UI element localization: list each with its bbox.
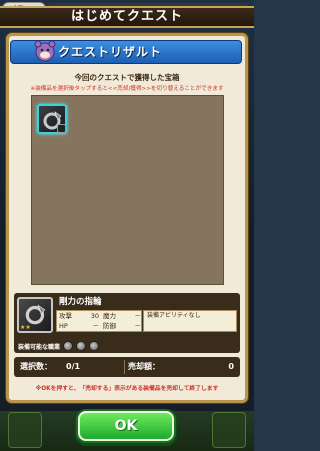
toggle-hint-note: ※装備品を選択後タップすると<<売却/獲得>>を切り替えることができます — [30, 86, 224, 92]
hp-value: － — [92, 322, 100, 330]
defense-value: － — [134, 322, 142, 330]
selection-summary: 選択数： 0/1 売却額： 0 — [14, 357, 240, 377]
job-icon — [89, 341, 100, 351]
bottom-nav-icon — [8, 412, 42, 448]
magic-value: － — [134, 312, 142, 320]
mascot-icon — [34, 40, 56, 62]
ok-button[interactable]: OK — [78, 411, 174, 441]
attack-value: 30 — [90, 312, 99, 320]
equip-ability-text: 装備アビリティなし — [143, 310, 237, 332]
treasure-section-title: 今回のクエストで獲得した宝箱 — [74, 73, 180, 82]
rarity-stars-icon: ★★ — [20, 324, 31, 331]
bottom-nav-icon — [212, 412, 246, 448]
panel-header-title: クエストリザルト — [58, 45, 163, 59]
selected-count-value: 0/1 — [66, 362, 81, 371]
item-name: 剛力の指輪 — [56, 296, 236, 309]
detail-item-thumbnail: ★★ — [17, 297, 53, 333]
sale-amount-value: 0 — [228, 362, 234, 371]
treasure-item-ring[interactable] — [37, 104, 67, 134]
selected-count-label: 選択数： — [20, 362, 52, 371]
equippable-jobs-row: 装備可能な職業 — [18, 340, 100, 352]
magic-label: 魔力 — [103, 312, 116, 320]
equippable-jobs-label: 装備可能な職業 — [18, 343, 61, 351]
page-title: はじめてクエスト — [0, 6, 254, 28]
attack-label: 攻撃 — [59, 312, 72, 320]
ok-warning-note: ※OKを押すと、「売却する」表示がある装備品を売却して終了します — [35, 386, 219, 392]
job-icon — [76, 341, 87, 351]
defense-label: 防御 — [103, 322, 116, 330]
sale-amount-label: 売却額： — [128, 362, 160, 371]
item-stats: 攻撃 30 魔力 － HP － 防御 － — [56, 310, 142, 332]
equipment-type-badge — [57, 124, 66, 133]
job-icon — [63, 341, 74, 351]
hp-label: HP — [59, 322, 68, 330]
summary-divider — [124, 360, 125, 374]
